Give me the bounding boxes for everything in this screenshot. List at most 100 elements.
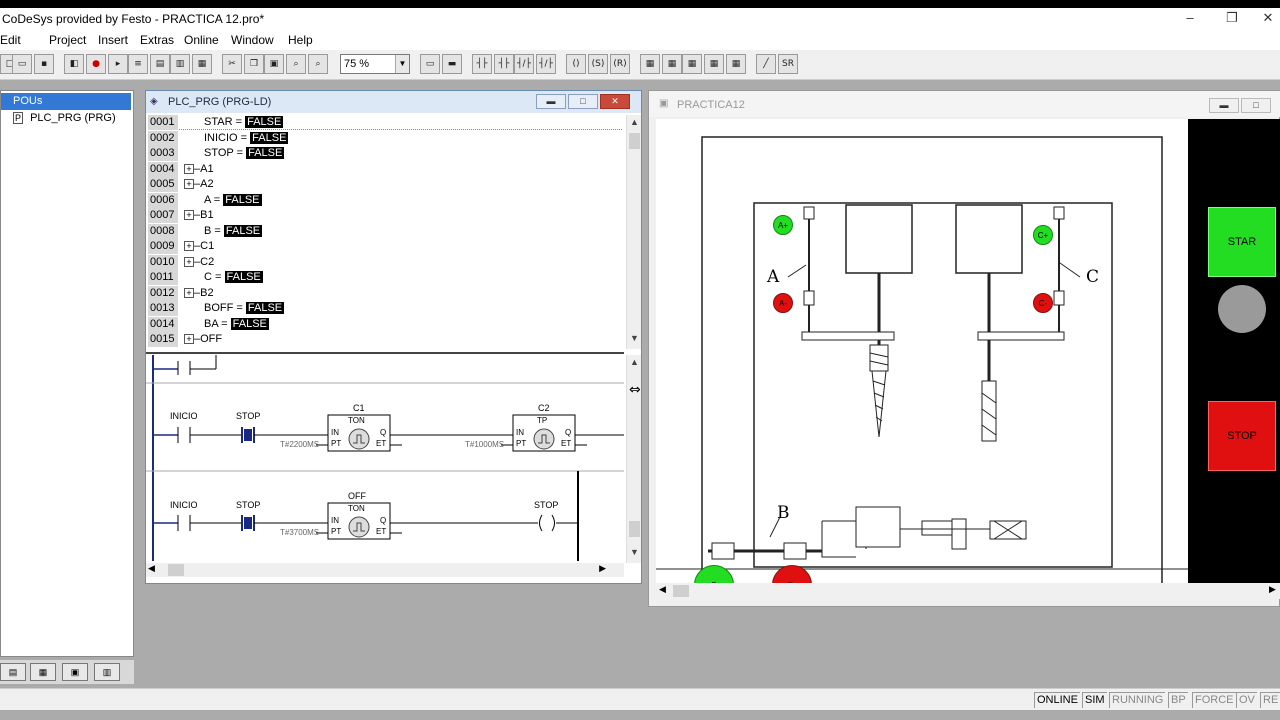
- run-icon[interactable]: ▸: [108, 54, 128, 74]
- rung2-contact-stop[interactable]: STOP: [236, 500, 260, 510]
- set-reset-icon[interactable]: SR: [778, 54, 798, 74]
- menu-insert[interactable]: Insert: [98, 33, 128, 47]
- find-icon[interactable]: ⌕: [286, 54, 306, 74]
- ladder-hscrollbar[interactable]: ◀ ▶: [146, 563, 624, 577]
- coil-icon[interactable]: (): [566, 54, 586, 74]
- declaration-row[interactable]: 0009 + –C1: [148, 239, 622, 254]
- maximize-icon[interactable]: □: [568, 94, 598, 109]
- cut-icon[interactable]: ✂: [222, 54, 242, 74]
- write-values-icon[interactable]: ▥: [170, 54, 190, 74]
- comment-icon[interactable]: ▭: [420, 54, 440, 74]
- tab-visualizations[interactable]: ▣: [62, 663, 88, 681]
- rung1-contact-stop[interactable]: STOP: [236, 411, 260, 421]
- maximize-icon[interactable]: □: [1241, 98, 1271, 113]
- force-values-icon[interactable]: ▦: [192, 54, 212, 74]
- restore-icon[interactable]: ❐: [1220, 10, 1244, 26]
- rung2-coil-stop[interactable]: STOP: [534, 500, 558, 510]
- expand-icon[interactable]: +: [184, 334, 194, 344]
- parallel-contact-icon[interactable]: ┤├: [494, 54, 514, 74]
- network-after-icon[interactable]: ▬: [442, 54, 462, 74]
- tab-pous[interactable]: ▤: [0, 663, 26, 681]
- copy-icon[interactable]: ❐: [244, 54, 264, 74]
- chevron-right-icon[interactable]: ▶: [599, 563, 606, 574]
- pou-root[interactable]: POUs: [1, 93, 131, 110]
- stop-button[interactable]: STOP: [1208, 401, 1276, 471]
- contact-icon[interactable]: ┤├: [472, 54, 492, 74]
- close-icon[interactable]: ✕: [1256, 10, 1280, 26]
- pou-item-plc-prg[interactable]: P PLC_PRG (PRG): [13, 112, 116, 124]
- expand-icon[interactable]: +: [184, 256, 194, 267]
- chevron-up-icon[interactable]: ▲: [627, 117, 642, 131]
- jump-icon[interactable]: ▦: [682, 54, 702, 74]
- variable-value[interactable]: FALSE: [230, 317, 269, 330]
- sensor-c-plus-lamp[interactable]: C+: [1033, 225, 1053, 245]
- chevron-down-icon[interactable]: ▼: [627, 547, 642, 561]
- chevron-left-icon[interactable]: ◀: [148, 563, 155, 574]
- menu-edit[interactable]: Edit: [0, 33, 21, 47]
- rung1-block2-preset[interactable]: T#1000MS: [465, 440, 504, 449]
- expand-icon[interactable]: +: [184, 287, 194, 298]
- open-folder-icon[interactable]: ▭: [12, 54, 32, 74]
- vis-hscrollbar[interactable]: ◀ ▶: [649, 583, 1280, 599]
- vis-titlebar[interactable]: ▣ PRACTICA12 ▬ □: [649, 91, 1280, 117]
- splitter[interactable]: [146, 352, 624, 354]
- declaration-scrollbar[interactable]: ▲ ▼: [626, 115, 641, 349]
- declaration-row[interactable]: 0010 + –C2: [148, 254, 622, 270]
- variable-value[interactable]: FALSE: [246, 147, 285, 159]
- declaration-row[interactable]: 0004 + –A1: [148, 161, 622, 177]
- tab-resources[interactable]: ▥: [94, 663, 120, 681]
- menu-project[interactable]: Project: [49, 33, 86, 47]
- close-icon[interactable]: ✕: [600, 94, 630, 109]
- declaration-row[interactable]: 0008 B = FALSE: [148, 223, 622, 239]
- box-icon[interactable]: ▦: [640, 54, 660, 74]
- rung1-block2-instance[interactable]: C2: [538, 403, 550, 413]
- negated-contact-icon[interactable]: ┤/├: [514, 54, 534, 74]
- expand-icon[interactable]: +: [184, 210, 194, 220]
- rung1-block1-instance[interactable]: C1: [353, 403, 365, 413]
- return-icon[interactable]: ▦: [704, 54, 724, 74]
- chevron-down-icon[interactable]: ▼: [627, 333, 642, 347]
- chevron-left-icon[interactable]: ◀: [659, 584, 666, 595]
- label-icon[interactable]: ▦: [726, 54, 746, 74]
- zoom-select[interactable]: 75 % ▼: [340, 54, 410, 74]
- minimize-icon[interactable]: ▬: [536, 94, 566, 109]
- declaration-row[interactable]: 0012 + –B2: [148, 285, 622, 301]
- declaration-row[interactable]: 0015 + –OFF: [148, 332, 622, 347]
- declaration-row[interactable]: 0011 C = FALSE: [148, 270, 622, 285]
- declaration-row[interactable]: 0001 STAR = FALSE: [148, 115, 622, 130]
- reset-coil-icon[interactable]: (R): [610, 54, 630, 74]
- tab-data-types[interactable]: ▦: [30, 663, 56, 681]
- declaration-row[interactable]: 0005 + –A2: [148, 177, 622, 192]
- expand-icon[interactable]: +: [184, 179, 194, 189]
- sensor-c-minus-lamp[interactable]: C-: [1033, 293, 1053, 313]
- step-icon[interactable]: ≡: [128, 54, 148, 74]
- save-icon[interactable]: ▪: [34, 54, 54, 74]
- chevron-right-icon[interactable]: ▶: [1269, 584, 1276, 595]
- rung2-contact-inicio[interactable]: INICIO: [170, 500, 198, 510]
- variable-value[interactable]: FALSE: [223, 193, 262, 206]
- star-button[interactable]: STAR: [1208, 207, 1276, 277]
- rung2-block1-instance[interactable]: OFF: [348, 491, 366, 501]
- menu-extras[interactable]: Extras: [140, 33, 174, 47]
- paste-icon[interactable]: ▣: [264, 54, 284, 74]
- variable-value[interactable]: FALSE: [250, 131, 289, 144]
- chevron-down-icon[interactable]: ▼: [395, 55, 409, 73]
- single-cycle-icon[interactable]: ▤: [150, 54, 170, 74]
- minimize-icon[interactable]: ▬: [1209, 98, 1239, 113]
- declaration-row[interactable]: 0007 + –B1: [148, 208, 622, 223]
- sensor-a-plus-lamp[interactable]: A+: [773, 215, 793, 235]
- menu-online[interactable]: Online: [184, 33, 219, 47]
- set-coil-icon[interactable]: (S): [588, 54, 608, 74]
- sensor-a-minus-lamp[interactable]: A-: [773, 293, 793, 313]
- rung1-block1-preset[interactable]: T#2200MS: [280, 440, 319, 449]
- expand-icon[interactable]: +: [184, 163, 194, 174]
- box-en-icon[interactable]: ▦: [662, 54, 682, 74]
- variable-value[interactable]: FALSE: [224, 271, 263, 283]
- declaration-row[interactable]: 0003 STOP = FALSE: [148, 146, 622, 161]
- menu-window[interactable]: Window: [231, 33, 274, 47]
- variable-value[interactable]: FALSE: [245, 116, 284, 128]
- declaration-row[interactable]: 0014 BA = FALSE: [148, 316, 622, 332]
- rung2-block1-preset[interactable]: T#3700MS: [280, 528, 319, 537]
- declaration-row[interactable]: 0006 A = FALSE: [148, 192, 622, 208]
- login-icon[interactable]: ◧: [64, 54, 84, 74]
